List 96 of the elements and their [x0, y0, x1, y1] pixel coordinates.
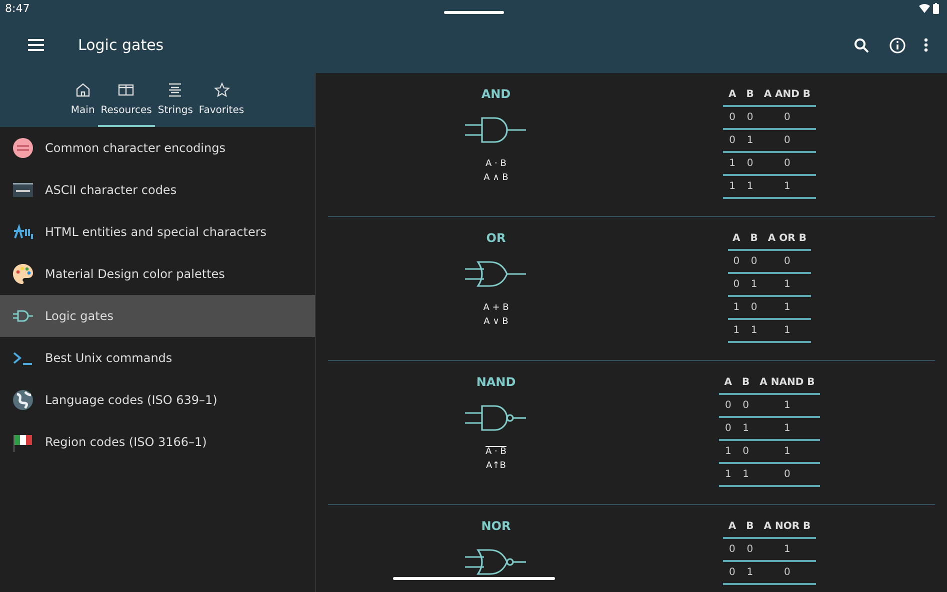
tab[interactable]: Resources — [98, 73, 155, 127]
gesture-handle[interactable] — [393, 577, 555, 580]
sidebar-item[interactable]: Region codes (ISO 3166–1) — [0, 421, 315, 463]
table-cell: 0 — [728, 273, 746, 296]
column-header: A AND B — [758, 85, 816, 106]
sidebar-item[interactable]: Common character encodings — [0, 127, 315, 169]
table-cell: 1 — [723, 175, 742, 198]
search-icon — [854, 38, 868, 53]
table-cell: 1 — [758, 175, 816, 198]
column-header: B — [737, 373, 755, 394]
column-header: A OR B — [762, 229, 812, 250]
column-header: A — [723, 85, 742, 106]
gate-name: NOR — [481, 519, 511, 533]
sidebar-item[interactable]: HTML entities and special characters — [0, 211, 315, 253]
table-cell: 1 — [762, 273, 812, 296]
table-cell: 0 — [758, 106, 816, 129]
column-header: B — [741, 517, 759, 538]
boolean-expression: A ∨ B — [484, 317, 508, 327]
table-cell: 0 — [741, 538, 759, 561]
menu-icon — [28, 39, 44, 52]
star-icon — [214, 82, 230, 98]
table-cell: 1 — [754, 440, 820, 463]
table-cell: 1 — [737, 463, 755, 486]
table-cell: 1 — [754, 394, 820, 417]
boolean-expression: A ∧ B — [484, 173, 508, 183]
sidebar-item[interactable]: Best Unix commands — [0, 337, 315, 379]
column-header: B — [745, 229, 763, 250]
gate-name: OR — [486, 231, 506, 245]
table-cell: 1 — [719, 440, 737, 463]
table-cell: 1 — [745, 319, 763, 342]
gesture-handle[interactable] — [444, 11, 504, 14]
table-cell: 1 — [741, 175, 759, 198]
battery-icon — [933, 3, 939, 14]
boolean-expression: A · B — [486, 447, 506, 457]
table-cell: 0 — [723, 106, 742, 129]
table-cell: 0 — [723, 561, 742, 584]
table-cell: 0 — [741, 106, 759, 129]
table-cell: 1 — [737, 417, 755, 440]
table-cell: 1 — [758, 538, 816, 561]
gate-name: AND — [481, 87, 511, 101]
palette-icon — [12, 263, 34, 285]
sidebar-item[interactable]: Language codes (ISO 639–1) — [0, 379, 315, 421]
table-cell: 0 — [754, 463, 820, 486]
table-cell: 0 — [741, 152, 759, 175]
table-cell: 1 — [762, 319, 812, 342]
info-icon — [888, 36, 906, 54]
table-cell: 0 — [745, 250, 763, 273]
column-header: A — [728, 229, 746, 250]
table-cell: 0 — [737, 440, 755, 463]
table-cell: 0 — [723, 538, 742, 561]
status-time: 8:47 — [5, 2, 30, 16]
sidebar-item[interactable]: Logic gates — [0, 295, 315, 337]
boolean-expression: A + B — [483, 303, 509, 313]
table-cell: 0 — [762, 250, 812, 273]
tab[interactable]: Main — [68, 73, 98, 127]
column-header: A NOR B — [758, 517, 816, 538]
table-cell: 0 — [758, 561, 816, 584]
table-cell: 0 — [758, 129, 816, 152]
table-cell: 1 — [741, 129, 759, 152]
table-cell: 1 — [728, 319, 746, 342]
and-gate-symbol-drawing — [465, 115, 527, 145]
table-cell: 1 — [723, 152, 742, 175]
more-icon — [924, 38, 928, 52]
table-cell: 0 — [728, 250, 746, 273]
app-title: Logic gates — [78, 36, 164, 54]
table-cell: 1 — [762, 296, 812, 319]
wifi-icon — [919, 4, 930, 14]
tab[interactable]: Strings — [154, 73, 196, 127]
globe-icon — [12, 389, 34, 411]
sidebar-item[interactable]: Material Design color palettes — [0, 253, 315, 295]
table-cell: 0 — [745, 296, 763, 319]
column-header: B — [741, 85, 759, 106]
boolean-expression: A↑B — [486, 461, 506, 471]
lines-icon — [167, 82, 184, 98]
table-cell: 1 — [745, 273, 763, 296]
sidebar-item[interactable]: ASCII character codes — [0, 169, 315, 211]
table-cell: 1 — [754, 417, 820, 440]
nor-gate-symbol-drawing — [465, 547, 527, 577]
table-cell: 1 — [741, 561, 759, 584]
boolean-expression: A · B — [486, 159, 506, 169]
table-cell: 0 — [719, 394, 737, 417]
table-cell: 0 — [719, 417, 737, 440]
table-cell: 0 — [758, 152, 816, 175]
table-cell: 0 — [737, 394, 755, 417]
gate-name: NAND — [476, 375, 516, 389]
nand-gate-symbol-drawing — [465, 403, 527, 433]
home-icon — [74, 82, 91, 98]
table-cell: 1 — [728, 296, 746, 319]
tab[interactable]: Favorites — [196, 73, 248, 127]
column-header: A — [719, 373, 737, 394]
column-header: A NAND B — [754, 373, 820, 394]
table-cell: 1 — [719, 463, 737, 486]
book-icon — [118, 82, 134, 98]
column-header: A — [723, 517, 742, 538]
or-gate-symbol-drawing — [465, 259, 527, 289]
table-cell: 0 — [723, 129, 742, 152]
